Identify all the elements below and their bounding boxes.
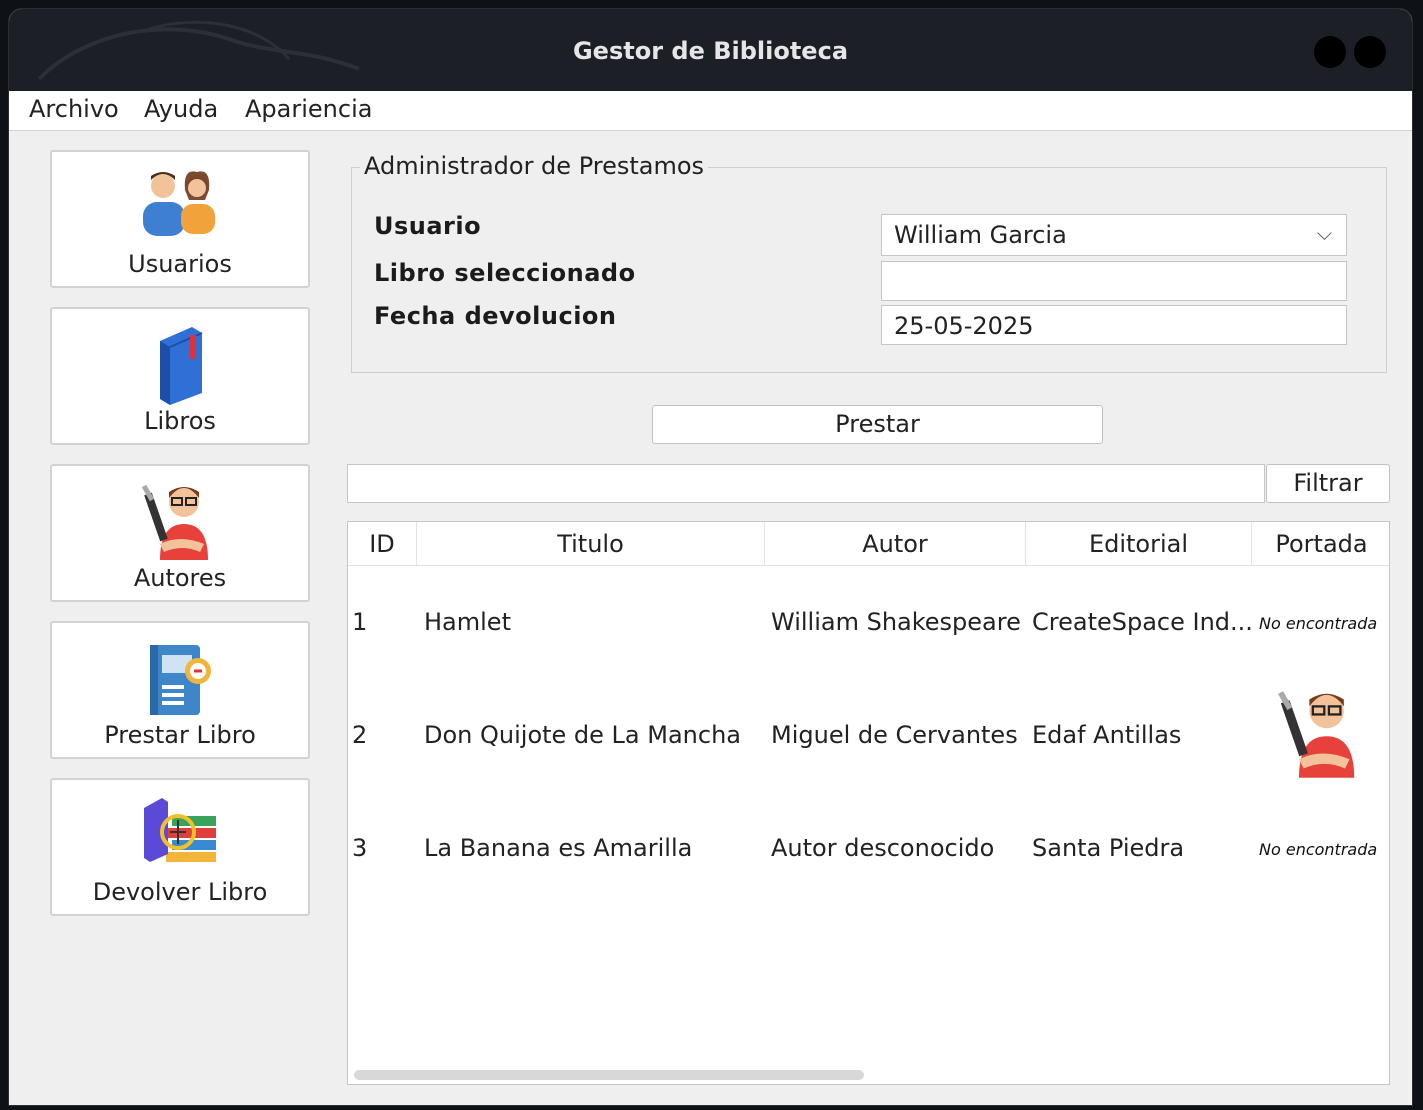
sidebar-item-label: Autores (133, 564, 227, 592)
return-date-field[interactable]: 25-05-2025 (881, 305, 1347, 345)
cell-id: 2 (352, 721, 368, 749)
user-select-value: William Garcia (894, 221, 1067, 249)
book-icon (160, 327, 203, 405)
app-window: Gestor de Biblioteca Archivo Ayuda Apari… (8, 8, 1413, 1106)
users-icon (143, 171, 215, 236)
cell-cover-text: No encontrada (1259, 614, 1378, 633)
close-button[interactable] (1354, 36, 1386, 68)
sidebar-item-devolver-libro[interactable]: Devolver Libro (50, 778, 310, 916)
cell-cover-text: No encontrada (1259, 840, 1378, 859)
sidebar-item-label: Devolver Libro (92, 878, 268, 906)
selected-book-field[interactable] (881, 261, 1347, 301)
menu-bar: Archivo Ayuda Apariencia (9, 91, 1412, 131)
sidebar-item-libros[interactable]: Libros (50, 307, 310, 445)
chevron-down-icon: ⌵ (1316, 221, 1332, 245)
cell-publisher: Edaf Antillas (1032, 721, 1182, 749)
lend-book-icon (150, 645, 211, 715)
sidebar-item-usuarios[interactable]: Usuarios (50, 150, 310, 288)
author-icon (141, 484, 208, 560)
cell-author: Miguel de Cervantes (771, 721, 1018, 749)
book-label: Libro seleccionado (374, 259, 636, 287)
sidebar-item-autores[interactable]: Autores (50, 464, 310, 602)
user-label: Usuario (374, 212, 482, 240)
cell-author: Autor desconocido (771, 834, 995, 862)
cell-publisher: Santa Piedra (1032, 834, 1185, 862)
sidebar-item-label: Prestar Libro (104, 721, 256, 749)
menu-ayuda[interactable]: Ayuda (144, 95, 218, 123)
cell-author: William Shakespeare (771, 608, 1021, 636)
table-header: ID Titulo Autor Editorial Portada (348, 522, 1389, 566)
title-bar[interactable]: Gestor de Biblioteca (9, 9, 1412, 91)
date-label: Fecha devolucion (374, 302, 617, 330)
user-select[interactable]: William Garcia ⌵ (881, 214, 1347, 256)
column-header-portada[interactable]: Portada (1252, 522, 1389, 566)
cell-id: 3 (352, 834, 368, 862)
window-title: Gestor de Biblioteca (572, 37, 849, 65)
cell-title: Don Quijote de La Mancha (424, 721, 742, 749)
loan-group: Administrador de Prestamos Usuario Libro… (351, 152, 1387, 373)
column-header-titulo[interactable]: Titulo (417, 522, 765, 566)
column-header-editorial[interactable]: Editorial (1026, 522, 1252, 566)
column-header-autor[interactable]: Autor (765, 522, 1026, 566)
cell-title: Hamlet (424, 608, 511, 636)
sidebar-item-label: Libros (144, 407, 216, 435)
cell-id: 1 (352, 608, 368, 636)
sidebar-item-prestar-libro[interactable]: Prestar Libro (50, 621, 310, 759)
filter-button[interactable]: Filtrar (1266, 464, 1390, 503)
cell-publisher: CreateSpace Ind... (1032, 608, 1253, 636)
books-table: ID Titulo Autor Editorial Portada 1 Haml… (347, 521, 1390, 1085)
column-header-id[interactable]: ID (348, 522, 417, 566)
sidebar-item-label: Usuarios (128, 250, 232, 278)
filter-input[interactable] (347, 464, 1265, 503)
menu-archivo[interactable]: Archivo (29, 95, 119, 123)
author-cover-icon (1278, 691, 1355, 778)
cell-title: La Banana es Amarilla (424, 834, 693, 862)
loan-group-title: Administrador de Prestamos (360, 152, 709, 180)
lend-button[interactable]: Prestar (652, 405, 1103, 444)
menu-apariencia[interactable]: Apariencia (245, 95, 372, 123)
return-book-icon (144, 798, 216, 862)
horizontal-scrollbar[interactable] (354, 1070, 864, 1080)
minimize-button[interactable] (1314, 36, 1346, 68)
